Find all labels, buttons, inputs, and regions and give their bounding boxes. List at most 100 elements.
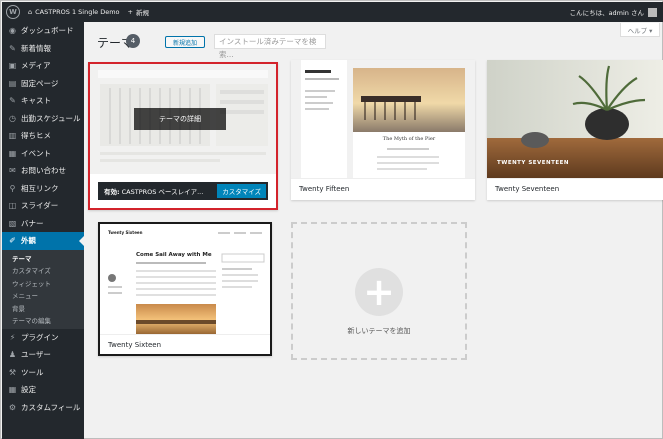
admin-sidebar: ◉ ダッシュボード ✎ 新着情報 ▣ メディア ▤ 固定ページ ✎ キャスト ◷ 出勤スケジュール ▥ 得… (2, 22, 84, 439)
sidebar-item-chart[interactable]: ▥ 得ちヒメ (2, 127, 84, 145)
sidebar-item-label: 得ちヒメ (21, 131, 51, 141)
home-icon: ⌂ (28, 8, 33, 16)
theme-name: Twenty Fifteen (291, 178, 475, 200)
theme-screenshot: テーマの詳細 (90, 64, 276, 174)
twenty-fifteen-preview (291, 60, 475, 178)
sidebar-item-label: 相互リンク (21, 183, 59, 193)
submenu-item[interactable]: テーマの編集 (2, 314, 84, 327)
user-icon: ♟ (8, 350, 17, 360)
site-name-link[interactable]: ⌂ CASTPROS 1 Single Demo (28, 8, 120, 16)
sidebar-item-label: バナー (21, 218, 44, 228)
sidebar-item-settings[interactable]: ▦ 設定 (2, 381, 84, 399)
clock-icon: ◷ (9, 113, 16, 123)
admin-bar: W ⌂ CASTPROS 1 Single Demo + 新規 こんにちは、ad… (2, 2, 663, 22)
theme-card-twenty-fifteen[interactable]: The Myth of the Pier Twenty Fifteen (291, 60, 475, 200)
sidebar-item-custom-field[interactable]: ⚙ カスタムフィール (2, 399, 84, 417)
sidebar-item-label: メディア (21, 61, 51, 71)
theme-details-button[interactable]: テーマの詳細 (134, 108, 226, 130)
help-tab[interactable]: ヘルプ ▾ (620, 23, 660, 37)
sidebar-item-page[interactable]: ▤ 固定ページ (2, 75, 84, 93)
sidebar-item-label: カスタムフィール (21, 402, 81, 412)
calendar-icon: ▦ (8, 148, 17, 158)
sidebar-item-pin[interactable]: ✎ キャスト (2, 92, 84, 110)
sidebar-item-clock[interactable]: ◷ 出勤スケジュール (2, 110, 84, 128)
wordpress-logo-icon[interactable]: W (6, 5, 20, 19)
settings-icon: ▦ (8, 385, 17, 395)
submenu-item[interactable]: 背景 (2, 302, 84, 315)
plus-icon: + (127, 8, 133, 16)
preview-title: TWENTY SEVENTEEN (497, 160, 570, 166)
plus-icon: + (355, 268, 403, 316)
preview-site-title: Twenty Sixteen (108, 230, 143, 235)
pin-icon: ✎ (9, 43, 16, 53)
theme-screenshot: The Myth of the Pier (291, 60, 475, 178)
sidebar-item-label: 設定 (21, 385, 36, 395)
sidebar-item-dashboard[interactable]: ◉ ダッシュボード (2, 22, 84, 40)
add-new-theme-label: 新しいテーマを追加 (347, 327, 411, 335)
sidebar-item-banner[interactable]: ▧ バナー (2, 215, 84, 233)
custom-field-icon: ⚙ (8, 402, 17, 412)
sidebar-item-label: スライダー (21, 201, 59, 211)
sidebar-item-label: 外観 (21, 236, 36, 246)
theme-name: Twenty Seventeen (487, 178, 663, 200)
preview-title: Come Sail Away with Me (136, 252, 212, 258)
sidebar-item-slider[interactable]: ◫ スライダー (2, 197, 84, 215)
active-theme-name: CASTPROS ベースレイア... (121, 188, 204, 196)
mail-icon: ✉ (9, 166, 16, 176)
sidebar-item-link[interactable]: ⚲ 相互リンク (2, 180, 84, 198)
avatar (648, 7, 657, 17)
appearance-submenu: テーマ カスタマイズ ウィジェット メニュー 背景 テーマの編集 (2, 249, 84, 329)
sidebar-item-label: プラグイン (21, 332, 59, 342)
sidebar-item-label: ダッシュボード (21, 26, 74, 36)
pin-icon: ✎ (9, 96, 16, 106)
preview-title: The Myth of the Pier (382, 136, 436, 142)
theme-search-input[interactable]: インストール済みテーマを検索... (214, 34, 326, 59)
theme-screenshot: TWENTY SEVENTEEN (487, 60, 663, 178)
sidebar-item-label: お問い合わせ (21, 166, 66, 176)
twenty-sixteen-preview (100, 224, 270, 336)
submenu-item[interactable]: ウィジェット (2, 277, 84, 290)
sidebar-item-label: 固定ページ (21, 78, 59, 88)
sidebar-item-pin[interactable]: ✎ 新着情報 (2, 40, 84, 58)
page-icon: ▤ (8, 78, 17, 88)
theme-name: Twenty Sixteen (100, 334, 270, 354)
theme-screenshot: Twenty Sixteen Come Sail Away with Me (100, 224, 270, 336)
add-new-theme-card[interactable]: + 新しいテーマを追加 (291, 222, 467, 360)
sidebar-item-label: 出勤スケジュール (21, 113, 81, 123)
sidebar-item-label: イベント (21, 148, 51, 158)
link-icon: ⚲ (9, 183, 16, 193)
banner-icon: ▧ (8, 218, 17, 228)
theme-card-active[interactable]: テーマの詳細 有効: CASTPROS ベースレイア... カスタマイズ (88, 62, 278, 210)
sidebar-item-mail[interactable]: ✉ お問い合わせ (2, 162, 84, 180)
theme-card-twenty-seventeen[interactable]: TWENTY SEVENTEEN Twenty Seventeen (487, 60, 663, 200)
tool-icon: ⚒ (8, 367, 17, 377)
plugin-icon: ⚡ (9, 332, 16, 342)
customize-button[interactable]: カスタマイズ (217, 184, 266, 198)
submenu-item[interactable]: テーマ (2, 252, 84, 265)
active-theme-bar: 有効: CASTPROS ベースレイア... カスタマイズ (98, 182, 268, 200)
theme-count-badge: 4 (126, 34, 140, 48)
sidebar-item-appearance[interactable]: ✐ 外観 (2, 232, 84, 250)
sidebar-item-user[interactable]: ♟ ユーザー (2, 346, 84, 364)
sidebar-item-label: 新着情報 (21, 43, 51, 53)
media-icon: ▣ (8, 61, 17, 71)
slider-icon: ◫ (8, 201, 17, 211)
theme-card-twenty-sixteen[interactable]: Twenty Sixteen Come Sail Away with Me Tw… (98, 222, 272, 356)
appearance-icon: ✐ (9, 236, 16, 246)
sidebar-item-label: ツール (21, 367, 44, 377)
sidebar-item-media[interactable]: ▣ メディア (2, 57, 84, 75)
sidebar-item-plugin[interactable]: ⚡ プラグイン (2, 329, 84, 347)
account-menu[interactable]: こんにちは、admin さん (570, 7, 657, 17)
sidebar-item-tool[interactable]: ⚒ ツール (2, 364, 84, 382)
add-new-button[interactable]: 新規追加 (165, 36, 205, 48)
dashboard-icon: ◉ (9, 26, 16, 36)
sidebar-item-label: ユーザー (21, 350, 51, 360)
sidebar-item-calendar[interactable]: ▦ イベント (2, 145, 84, 163)
submenu-item[interactable]: カスタマイズ (2, 264, 84, 277)
sidebar-item-label: キャスト (21, 96, 51, 106)
active-prefix: 有効: (104, 188, 120, 196)
submenu-item[interactable]: メニュー (2, 289, 84, 302)
wp-admin-window: W ⌂ CASTPROS 1 Single Demo + 新規 こんにちは、ad… (0, 0, 663, 439)
new-content-link[interactable]: + 新規 (128, 7, 149, 17)
chart-icon: ▥ (8, 131, 17, 141)
